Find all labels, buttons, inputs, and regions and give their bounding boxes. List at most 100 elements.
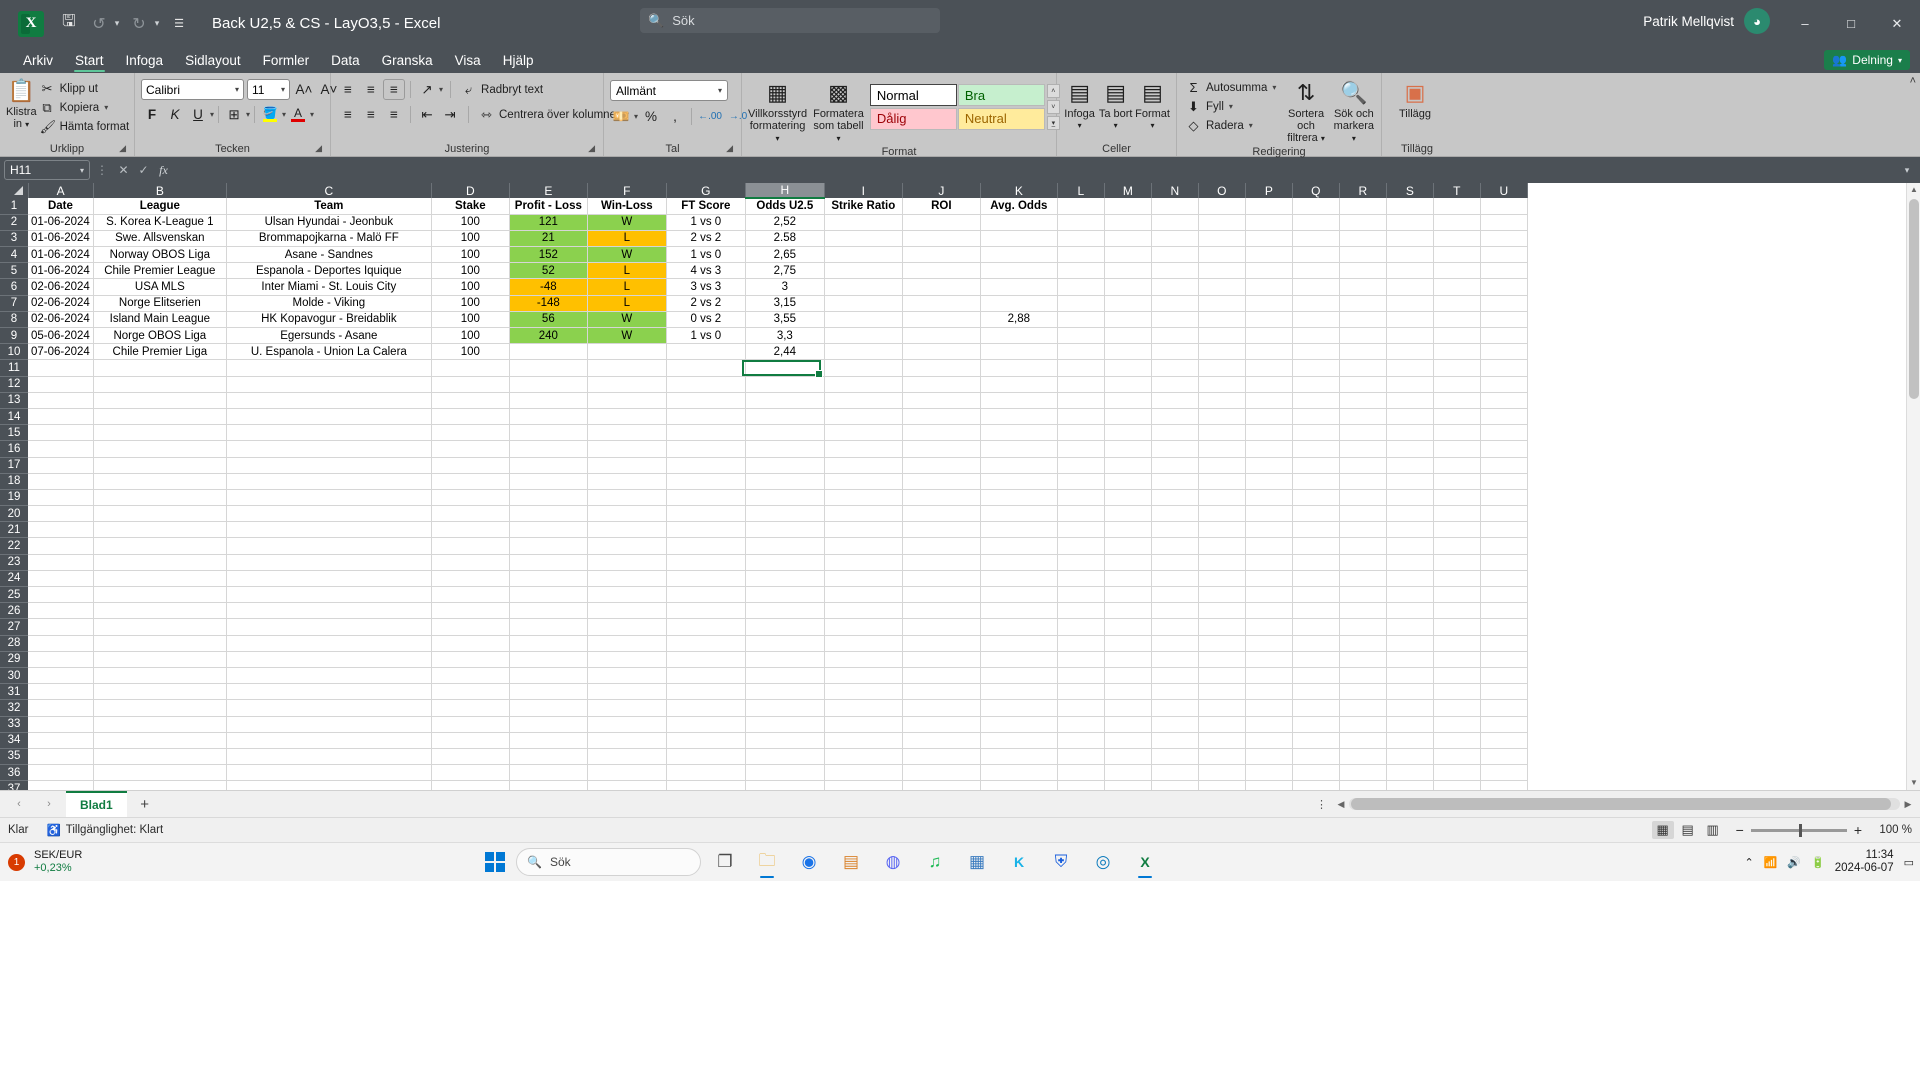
cell-N14[interactable] bbox=[1151, 408, 1199, 426]
sound-icon[interactable]: 🔊 bbox=[1787, 856, 1801, 869]
cell-L18[interactable] bbox=[1057, 473, 1105, 490]
cell-B23[interactable] bbox=[93, 554, 227, 571]
cell-R22[interactable] bbox=[1339, 537, 1387, 555]
cell-I10[interactable] bbox=[824, 343, 903, 361]
cell-A16[interactable] bbox=[28, 440, 94, 458]
cell-C10[interactable]: U. Espanola - Union La Calera bbox=[226, 343, 432, 361]
cell-D33[interactable] bbox=[431, 716, 510, 733]
cell-P32[interactable] bbox=[1245, 699, 1293, 717]
cell-P21[interactable] bbox=[1245, 521, 1293, 539]
table-row[interactable]: 7 02-06-2024 Norge Elitserien Molde - Vikin… bbox=[0, 295, 1528, 312]
table-row[interactable]: 28 bbox=[0, 635, 1528, 652]
cell-Q2[interactable] bbox=[1292, 214, 1340, 231]
cell-F30[interactable] bbox=[587, 667, 667, 685]
cell-D7[interactable]: 100 bbox=[431, 295, 510, 312]
cell-M23[interactable] bbox=[1104, 554, 1152, 571]
cell-S34[interactable] bbox=[1386, 732, 1434, 749]
cell-F19[interactable] bbox=[587, 489, 667, 507]
cell-O31[interactable] bbox=[1198, 683, 1246, 701]
ribbon-collapse-icon[interactable]: ˄ bbox=[1910, 75, 1916, 87]
cell-N34[interactable] bbox=[1151, 732, 1199, 749]
cell-A35[interactable] bbox=[28, 748, 94, 766]
cell-S22[interactable] bbox=[1386, 537, 1434, 555]
cell-N13[interactable] bbox=[1151, 392, 1199, 409]
cell-T10[interactable] bbox=[1433, 343, 1481, 361]
cell-B32[interactable] bbox=[93, 699, 227, 717]
cell-B13[interactable] bbox=[93, 392, 227, 409]
row-header-22[interactable]: 22 bbox=[0, 537, 28, 555]
cell-F14[interactable] bbox=[587, 408, 667, 426]
cell-I6[interactable] bbox=[824, 278, 903, 296]
column-header-i[interactable]: I bbox=[824, 183, 903, 198]
cell-style-normal[interactable]: Normal bbox=[869, 84, 957, 106]
row-header-24[interactable]: 24 bbox=[0, 570, 28, 588]
cell-P22[interactable] bbox=[1245, 537, 1293, 555]
cell-G33[interactable] bbox=[666, 716, 746, 733]
cell-S33[interactable] bbox=[1386, 716, 1434, 733]
cell-D18[interactable] bbox=[431, 473, 510, 490]
row-header-35[interactable]: 35 bbox=[0, 748, 28, 766]
tab-start[interactable]: Start bbox=[64, 47, 115, 73]
cell-I23[interactable] bbox=[824, 554, 903, 571]
cell-H34[interactable] bbox=[745, 732, 825, 749]
cell-M7[interactable] bbox=[1104, 295, 1152, 312]
cell-B9[interactable]: Norge OBOS Liga bbox=[93, 327, 227, 345]
cell-C4[interactable]: Asane - Sandnes bbox=[226, 246, 432, 264]
cell-J24[interactable] bbox=[902, 570, 981, 588]
row-header-10[interactable]: 10 bbox=[0, 343, 28, 361]
cell-S15[interactable] bbox=[1386, 424, 1434, 442]
cell-K23[interactable] bbox=[980, 554, 1058, 571]
scroll-up-button[interactable]: ▲ bbox=[1907, 183, 1920, 197]
cell-K36[interactable] bbox=[980, 764, 1058, 782]
cell-D25[interactable] bbox=[431, 586, 510, 604]
cell-F18[interactable] bbox=[587, 473, 667, 490]
cell-N6[interactable] bbox=[1151, 278, 1199, 296]
cell-F8[interactable]: W bbox=[587, 311, 667, 329]
cell-J8[interactable] bbox=[902, 311, 981, 329]
column-header-l[interactable]: L bbox=[1057, 183, 1105, 198]
cell-M17[interactable] bbox=[1104, 457, 1152, 474]
status-accessibility[interactable]: ♿ Tillgänglighet: Klart bbox=[46, 823, 163, 837]
cell-J20[interactable] bbox=[902, 505, 981, 523]
cell-U4[interactable] bbox=[1480, 246, 1528, 264]
cell-H24[interactable] bbox=[745, 570, 825, 588]
cell-S35[interactable] bbox=[1386, 748, 1434, 766]
cell-J35[interactable] bbox=[902, 748, 981, 766]
cell-R4[interactable] bbox=[1339, 246, 1387, 264]
cell-M22[interactable] bbox=[1104, 537, 1152, 555]
cell-B36[interactable] bbox=[93, 764, 227, 782]
cell-D8[interactable]: 100 bbox=[431, 311, 510, 329]
sort-filter-button[interactable]: ⇅ Sortera och filtrera ▾ bbox=[1283, 78, 1328, 145]
cell-E28[interactable] bbox=[509, 635, 588, 652]
table-row[interactable]: 37 bbox=[0, 780, 1528, 790]
cell-F24[interactable] bbox=[587, 570, 667, 588]
align-center-button[interactable]: ≡ bbox=[360, 104, 382, 125]
bitwarden-icon[interactable]: ⛨ bbox=[1043, 845, 1079, 879]
cell-G36[interactable] bbox=[666, 764, 746, 782]
cell-U31[interactable] bbox=[1480, 683, 1528, 701]
cell-O24[interactable] bbox=[1198, 570, 1246, 588]
cell-D34[interactable] bbox=[431, 732, 510, 749]
cell-E30[interactable] bbox=[509, 667, 588, 685]
clear-button[interactable]: ◇ Radera ▾ bbox=[1183, 116, 1279, 135]
cell-C28[interactable] bbox=[226, 635, 432, 652]
cell-R5[interactable] bbox=[1339, 262, 1387, 280]
cell-L31[interactable] bbox=[1057, 683, 1105, 701]
orientation-chevron-down-icon[interactable]: ▾ bbox=[439, 85, 443, 94]
row-header-12[interactable]: 12 bbox=[0, 376, 28, 393]
cell-I7[interactable] bbox=[824, 295, 903, 312]
cell-T21[interactable] bbox=[1433, 521, 1481, 539]
cell-F6[interactable]: L bbox=[587, 278, 667, 296]
row-header-18[interactable]: 18 bbox=[0, 473, 28, 490]
cell-C26[interactable] bbox=[226, 602, 432, 620]
cell-Q12[interactable] bbox=[1292, 376, 1340, 393]
row-header-33[interactable]: 33 bbox=[0, 716, 28, 733]
cell-T20[interactable] bbox=[1433, 505, 1481, 523]
cell-A2[interactable]: 01-06-2024 bbox=[28, 214, 94, 231]
cell-Q13[interactable] bbox=[1292, 392, 1340, 409]
cell-C6[interactable]: Inter Miami - St. Louis City bbox=[226, 278, 432, 296]
clear-chevron-down-icon[interactable]: ▾ bbox=[1249, 121, 1253, 130]
cell-style-neutral[interactable]: Neutral bbox=[957, 107, 1045, 130]
cell-H14[interactable] bbox=[745, 408, 825, 426]
cell-M27[interactable] bbox=[1104, 618, 1152, 636]
